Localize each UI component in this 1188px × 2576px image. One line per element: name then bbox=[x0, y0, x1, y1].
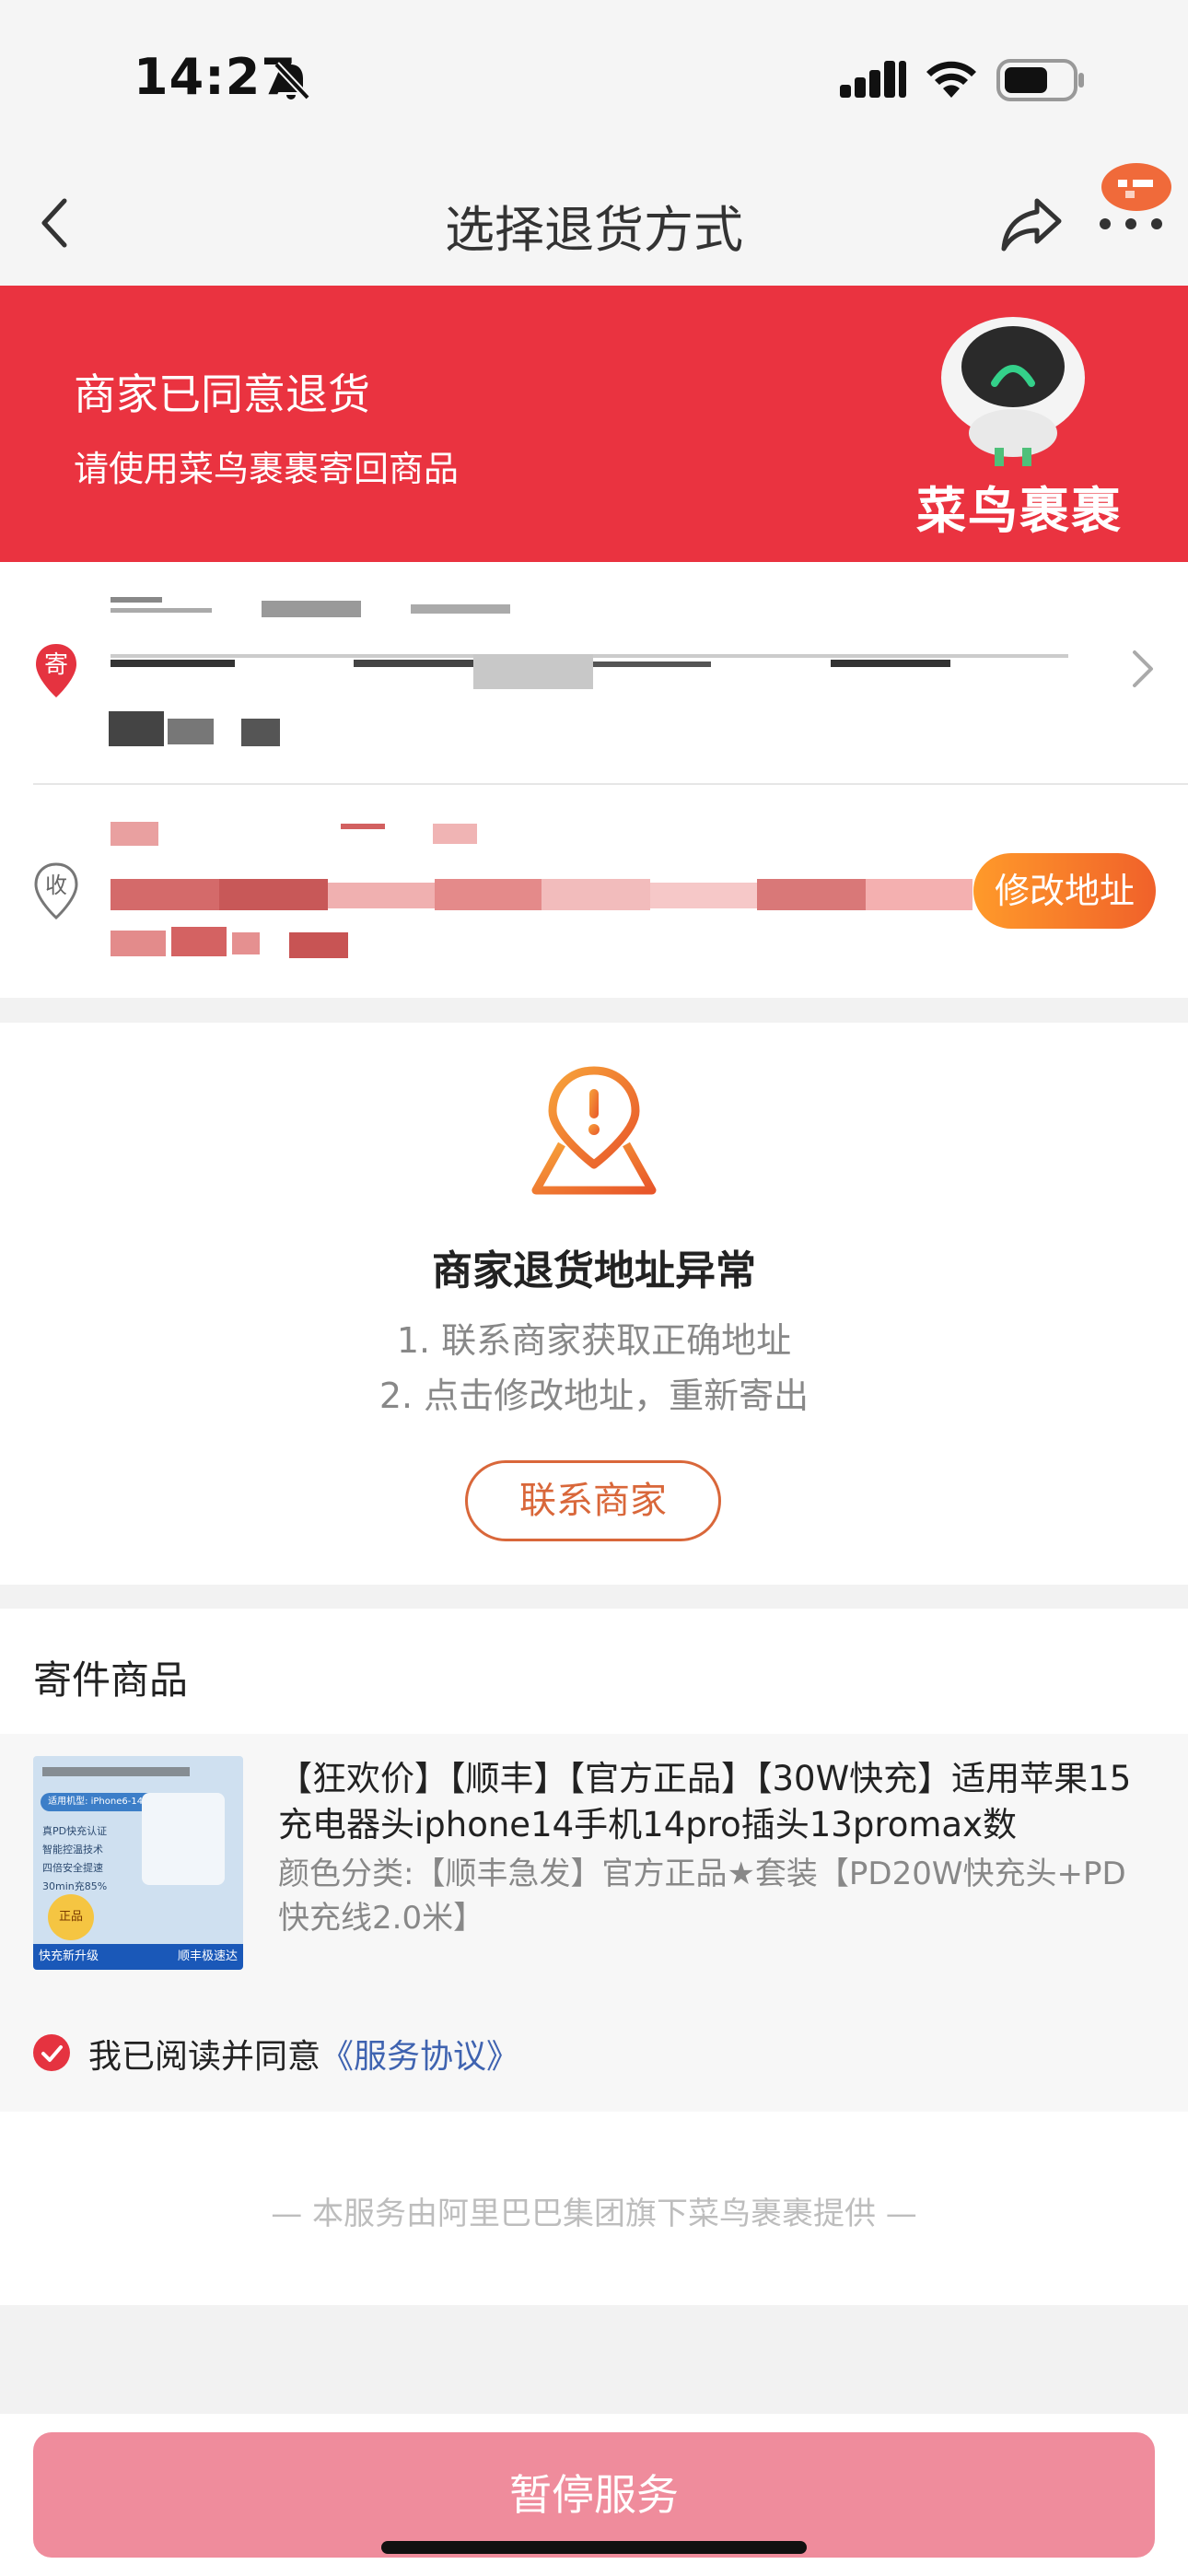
redacted-text bbox=[328, 883, 435, 908]
items-section-title: 寄件商品 bbox=[33, 1657, 189, 1703]
share-icon[interactable] bbox=[1000, 195, 1065, 254]
redacted-text bbox=[241, 719, 280, 746]
redacted-text bbox=[289, 932, 348, 958]
redacted-text bbox=[232, 932, 260, 954]
agreement-checkbox[interactable] bbox=[33, 2034, 70, 2071]
redacted-text bbox=[42, 1767, 190, 1776]
charger-image bbox=[142, 1793, 225, 1885]
banner-title: 商家已同意退货 bbox=[74, 369, 370, 419]
bell-muted-icon bbox=[274, 62, 310, 100]
battery-icon bbox=[996, 59, 1084, 101]
thumb-feature: 真PD快充认证 bbox=[42, 1825, 108, 1837]
sender-pin-icon: 寄 bbox=[36, 644, 76, 697]
redacted-text bbox=[262, 601, 361, 617]
receiver-badge-text: 收 bbox=[45, 872, 67, 898]
warning-line: 1. 联系商家获取正确地址 bbox=[396, 1320, 792, 1361]
redacted-text bbox=[542, 879, 650, 910]
redacted-text bbox=[866, 879, 973, 910]
edit-address-button[interactable]: 修改地址 bbox=[973, 853, 1156, 929]
redacted-text bbox=[219, 879, 328, 910]
service-agreement-link[interactable]: 《服务协议》 bbox=[320, 2038, 519, 2076]
warning-line: 2. 点击修改地址，重新寄出 bbox=[379, 1376, 809, 1416]
product-spec: 颜色分类:【顺丰急发】官方正品★套装【PD20W快充头+PD快充线2.0米】 bbox=[278, 1856, 1126, 1937]
agreement-label: 我已阅读并同意 bbox=[88, 2038, 321, 2076]
pause-service-button[interactable]: 暂停服务 bbox=[33, 2432, 1155, 2558]
chevron-right-icon[interactable] bbox=[1131, 649, 1155, 689]
warning-title: 商家退货地址异常 bbox=[432, 1247, 756, 1294]
redacted-text bbox=[109, 711, 164, 746]
redacted-text bbox=[111, 931, 166, 956]
sender-badge-text: 寄 bbox=[44, 651, 68, 679]
agreement-text: 我已阅读并同意《服务协议》 bbox=[88, 2030, 519, 2078]
thumb-banner: 快充新升级 顺丰极速达 bbox=[33, 1944, 243, 1970]
receiver-pin-icon: 收 bbox=[34, 862, 78, 919]
redacted-text bbox=[650, 883, 757, 908]
location-warning-icon bbox=[531, 1066, 657, 1195]
redacted-text bbox=[111, 660, 235, 667]
redacted-text bbox=[831, 660, 950, 667]
thumb-feature: 30min充85% bbox=[42, 1880, 108, 1892]
thumb-feature: 智能控温技术 bbox=[42, 1844, 103, 1856]
address-divider bbox=[33, 783, 1188, 785]
redacted-text bbox=[341, 824, 385, 829]
cellular-signal-icon bbox=[840, 61, 906, 98]
thumb-features: 真PD快充认证 智能控温技术 四倍安全提速 30min充85% bbox=[42, 1822, 107, 1896]
footer-note: — 本服务由阿里巴巴集团旗下菜鸟裹裹提供 — bbox=[271, 2195, 917, 2232]
redacted-text bbox=[111, 879, 219, 910]
thumb-banner-right: 顺丰极速达 bbox=[177, 1950, 238, 1963]
redacted-sender-name bbox=[111, 597, 162, 603]
cainiao-mascot-icon bbox=[941, 317, 1085, 466]
redacted-text bbox=[473, 654, 593, 689]
redacted-text bbox=[111, 822, 158, 846]
redacted-text bbox=[593, 662, 711, 667]
contact-merchant-button[interactable]: 联系商家 bbox=[465, 1460, 721, 1541]
home-indicator bbox=[381, 2541, 807, 2554]
redacted-text bbox=[757, 879, 866, 910]
banner-subtitle: 请使用菜鸟裹裹寄回商品 bbox=[74, 449, 460, 489]
redacted-text bbox=[354, 660, 473, 667]
product-thumbnail: 适用机型: iPhone6-14系iPad 真PD快充认证 智能控温技术 四倍安… bbox=[33, 1756, 243, 1970]
thumb-feature: 四倍安全提速 bbox=[42, 1862, 103, 1874]
redacted-text bbox=[171, 927, 227, 956]
redacted-text bbox=[433, 824, 477, 844]
redacted-text bbox=[111, 608, 212, 613]
redacted-text bbox=[411, 604, 510, 614]
wifi-icon bbox=[926, 61, 976, 98]
more-icon[interactable] bbox=[1096, 214, 1166, 234]
message-badge-icon[interactable] bbox=[1096, 161, 1173, 217]
redacted-text bbox=[168, 719, 214, 744]
thumb-banner-left: 快充新升级 bbox=[39, 1950, 99, 1963]
product-title: 【狂欢价】【顺丰】【官方正品】【30W快充】适用苹果15充电器头iphone14… bbox=[278, 1759, 1132, 1844]
authentic-badge: 正品 bbox=[48, 1894, 94, 1940]
redacted-text bbox=[435, 879, 542, 910]
cainiao-brand-logo: 菜鸟裹裹 bbox=[916, 482, 1123, 540]
check-icon bbox=[41, 2045, 63, 2062]
